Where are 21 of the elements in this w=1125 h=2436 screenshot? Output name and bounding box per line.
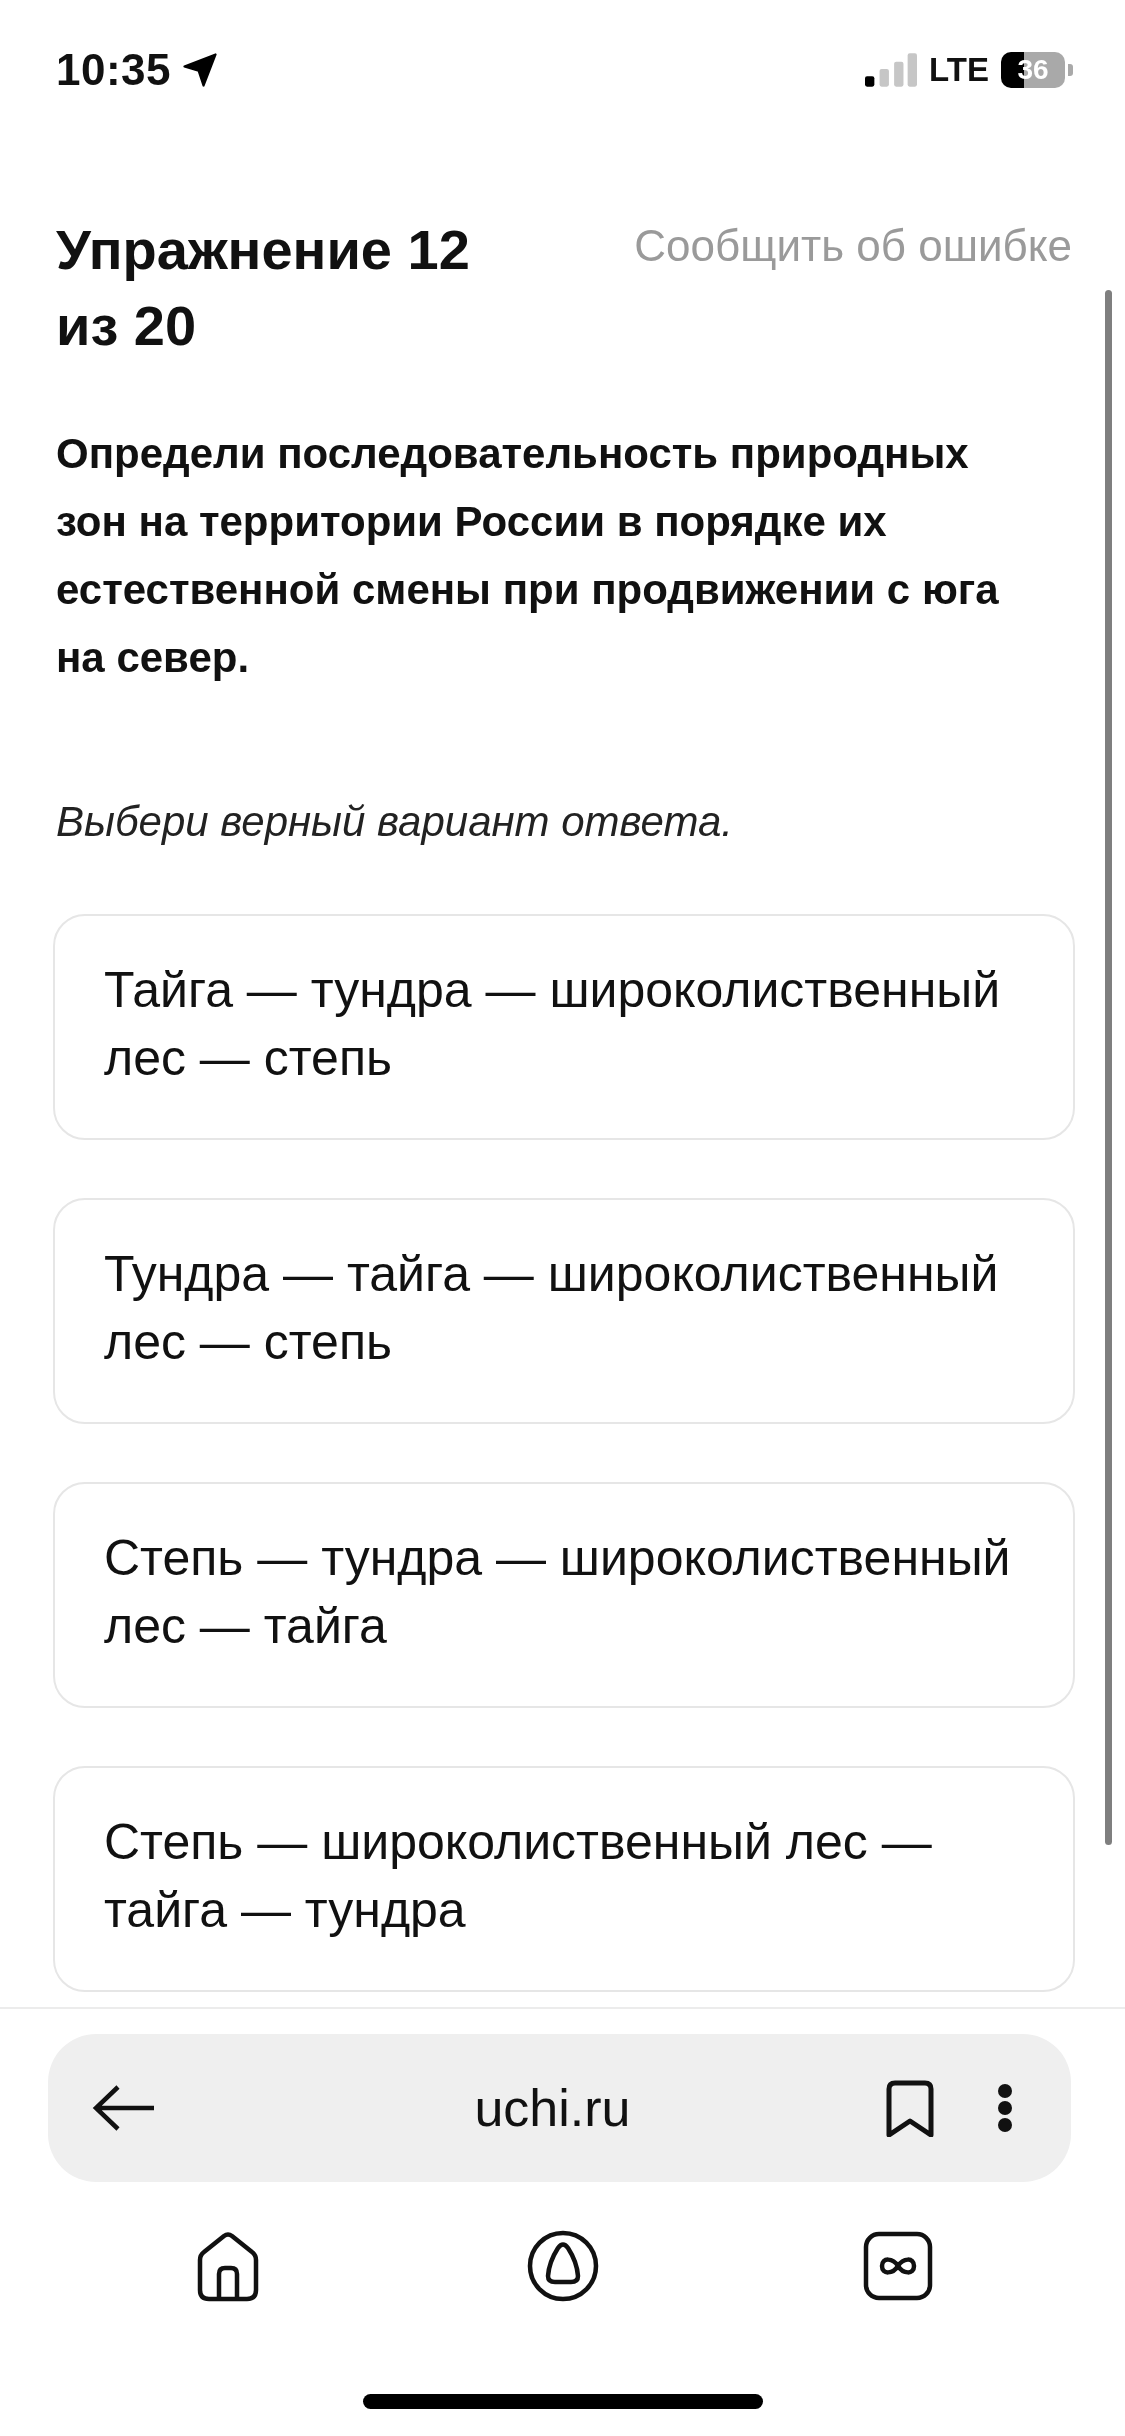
question-text: Определи последовательность природных зон на территории России в порядке их естественной смены при продвижении с юга на север.	[56, 429, 1000, 683]
signal-icon	[865, 53, 918, 87]
instruction-text: Выбери верный вариант ответа.	[56, 797, 735, 847]
network-type: LTE	[929, 51, 989, 89]
bookmark-icon	[885, 2079, 935, 2137]
menu-icon	[997, 2083, 1013, 2133]
answer-option[interactable]: Степь — широколиственный лес — тайга — тундра	[53, 1766, 1075, 1992]
url-text[interactable]: uchi.ru	[474, 2078, 631, 2138]
assistant-button[interactable]	[526, 2230, 599, 2302]
back-button[interactable]	[92, 2085, 156, 2131]
back-arrow-icon	[92, 2085, 156, 2131]
bookmark-button[interactable]	[885, 2079, 935, 2137]
location-arrow-icon	[183, 53, 218, 87]
answer-option[interactable]: Степь — тундра — широколиственный лес — тайга	[53, 1482, 1075, 1708]
answer-option[interactable]: Тайга — тундра — широколиственный лес — степь	[53, 914, 1075, 1140]
status-time: 10:35	[56, 45, 172, 95]
tabs-button[interactable]	[861, 2230, 934, 2302]
exercise-title: Упражнение 12 из 20	[56, 217, 471, 359]
infinity-square-icon	[861, 2230, 934, 2302]
answer-option[interactable]: Тундра — тайга — широколиственный лес — степь	[53, 1198, 1075, 1424]
menu-button[interactable]	[997, 2083, 1013, 2133]
